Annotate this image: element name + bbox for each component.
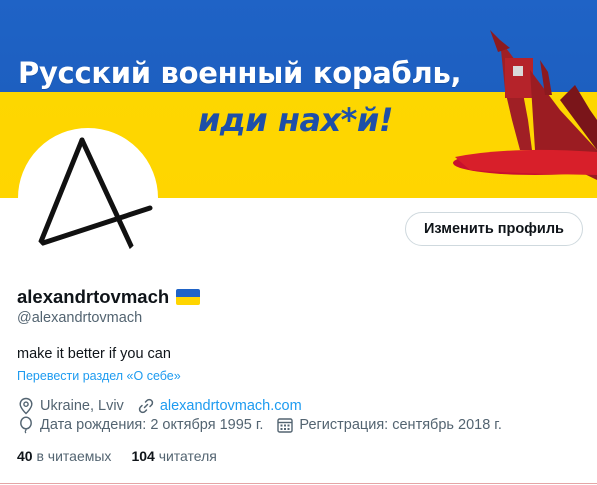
followers-label: читателя <box>158 448 217 464</box>
balloon-icon <box>20 416 32 434</box>
profile-bio: make it better if you can <box>17 346 171 362</box>
following-link[interactable]: 40 в читаемых <box>17 448 111 464</box>
banner-slogan-line1: Русский военный корабль, <box>18 56 462 90</box>
birthday-item: Дата рождения: 2 октября 1995 г. <box>17 416 263 434</box>
location-pin-icon <box>19 397 33 415</box>
birthday-text: Дата рождения: 2 октября 1995 г. <box>40 417 264 433</box>
website-item: alexandrtovmach.com <box>137 397 302 415</box>
profile-meta-row-1: Ukraine, Lviv alexandrtovmach.com <box>17 397 315 415</box>
joined-text: Регистрация: сентябрь 2018 г. <box>299 417 502 433</box>
divider <box>0 483 597 484</box>
profile-meta-row-2: Дата рождения: 2 октября 1995 г. Регистр… <box>17 416 515 434</box>
ukraine-flag-icon <box>176 289 201 305</box>
edit-profile-button[interactable]: Изменить профиль <box>405 212 583 246</box>
following-label: в читаемых <box>36 448 112 464</box>
location-text: Ukraine, Lviv <box>40 398 124 414</box>
avatar[interactable] <box>18 128 158 268</box>
translate-bio-link[interactable]: Перевести раздел «О себе» <box>17 369 181 383</box>
following-count: 40 <box>17 448 37 464</box>
location-item: Ukraine, Lviv <box>17 397 124 415</box>
triangle-logo-icon <box>37 137 153 251</box>
name-row: alexandrtovmach <box>17 286 201 308</box>
followers-count: 104 <box>131 448 159 464</box>
follow-stats: 40 в читаемых 104 читателя <box>17 448 237 464</box>
joined-item: Регистрация: сентябрь 2018 г. <box>276 416 502 434</box>
profile-handle: @alexandrtovmach <box>17 310 143 326</box>
website-link[interactable]: alexandrtovmach.com <box>160 398 302 414</box>
followers-link[interactable]: 104 читателя <box>131 448 216 464</box>
banner-slogan-line2: иди нах*й! <box>198 101 393 139</box>
display-name: alexandrtovmach <box>17 286 170 307</box>
link-icon <box>138 398 153 414</box>
calendar-icon <box>277 418 294 433</box>
